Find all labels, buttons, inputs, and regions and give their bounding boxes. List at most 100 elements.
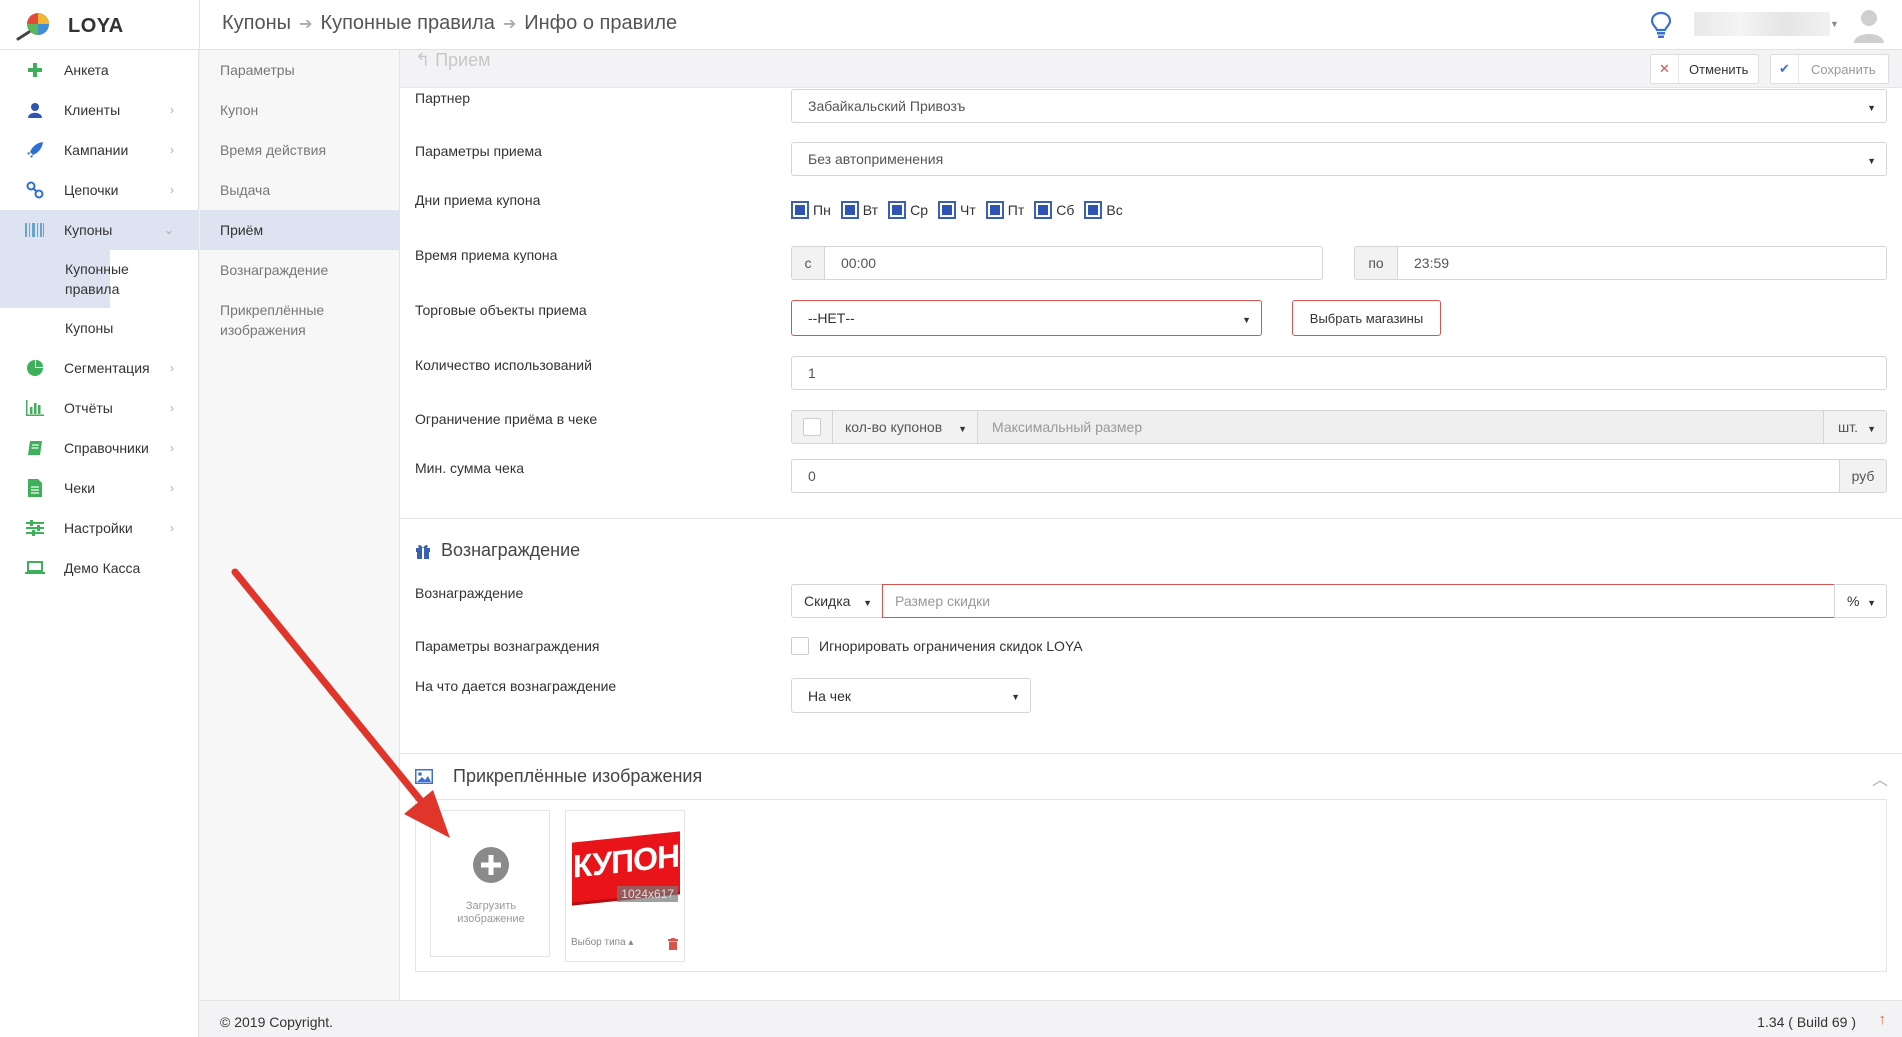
min-sum-label: Мин. сумма чека bbox=[415, 460, 525, 476]
caret-down-icon: ▼ bbox=[1867, 424, 1876, 434]
day-checkbox-mon[interactable]: Пн bbox=[791, 201, 831, 219]
day-checkbox-fri[interactable]: Пт bbox=[985, 201, 1024, 219]
top-bar: LOYA Купоны ➔ Купонные правила ➔ Инфо о … bbox=[0, 0, 1902, 50]
time-from-input[interactable]: 00:00 bbox=[824, 246, 1323, 280]
sidebar-subitem-coupons[interactable]: Купоны bbox=[0, 308, 198, 348]
book-icon bbox=[24, 438, 46, 458]
subnav-validity[interactable]: Время действия bbox=[200, 130, 399, 170]
coupon-image-thumbnail[interactable]: КУПОН 1024x617 bbox=[570, 831, 682, 906]
check-icon: ✔ bbox=[1771, 55, 1799, 83]
checkbox-checked-icon bbox=[1084, 201, 1103, 219]
rocket-icon bbox=[24, 140, 46, 160]
time-to-input[interactable]: 23:59 bbox=[1397, 246, 1887, 280]
chevron-down-icon: ⌄ bbox=[163, 223, 174, 237]
checkbox-checked-icon bbox=[1034, 201, 1053, 219]
subnav-acceptance[interactable]: Приём bbox=[200, 210, 399, 250]
image-type-select[interactable]: Выбор типа ▴ bbox=[571, 937, 633, 948]
day-checkbox-sat[interactable]: Сб bbox=[1034, 201, 1074, 219]
checkbox-checked-icon bbox=[888, 201, 907, 219]
stores-select[interactable]: --НЕТ-- ▼ bbox=[791, 300, 1262, 336]
time-from-addon: с bbox=[791, 246, 825, 280]
gift-icon bbox=[416, 544, 430, 559]
subnav-coupon[interactable]: Купон bbox=[200, 90, 399, 130]
arrow-up-icon[interactable]: ↑ bbox=[1879, 1011, 1887, 1028]
avatar[interactable] bbox=[1850, 5, 1888, 43]
chevron-right-icon: › bbox=[170, 361, 174, 375]
subnav-issue[interactable]: Выдача bbox=[200, 170, 399, 210]
caret-down-icon: ▼ bbox=[958, 424, 967, 434]
image-tile[interactable]: КУПОН 1024x617 Выбор типа ▴ bbox=[565, 810, 685, 962]
usage-count-input[interactable]: 1 bbox=[791, 356, 1887, 390]
sidebar-item-label: Кампании bbox=[64, 142, 129, 158]
sidebar-item-coupons[interactable]: Купоны ⌄ bbox=[0, 210, 198, 250]
day-checkbox-sun[interactable]: Вс bbox=[1084, 201, 1123, 219]
subnav-reward[interactable]: Вознаграждение bbox=[200, 250, 399, 290]
select-stores-button[interactable]: Выбрать магазины bbox=[1292, 300, 1441, 336]
min-sum-input[interactable]: 0 bbox=[791, 459, 1840, 493]
subnav-parameters[interactable]: Параметры bbox=[200, 50, 399, 90]
user-name-blurred[interactable] bbox=[1694, 12, 1830, 36]
reward-params-label: Параметры вознаграждения bbox=[415, 638, 600, 654]
checkbox-checked-icon bbox=[985, 201, 1004, 219]
image-size-badge: 1024x617 bbox=[617, 886, 678, 902]
sidebar-item-receipts[interactable]: Чеки › bbox=[0, 468, 198, 508]
sidebar-item-campaigns[interactable]: Кампании › bbox=[0, 130, 198, 170]
ignore-limits-checkbox[interactable]: Игнорировать ограничения скидок LOYA bbox=[791, 637, 1083, 655]
trash-icon[interactable] bbox=[668, 938, 678, 950]
sidebar-item-demo-cash[interactable]: Демо Касса bbox=[0, 548, 198, 588]
reward-type-select[interactable]: Скидка ▼ bbox=[791, 584, 883, 618]
toolbar: ↰ Прием ✕ Отменить ✔ Сохранить bbox=[400, 50, 1902, 88]
reward-amount-input[interactable]: Размер скидки bbox=[882, 584, 1835, 618]
day-checkbox-wed[interactable]: Ср bbox=[888, 201, 928, 219]
day-checkbox-tue[interactable]: Вт bbox=[840, 201, 878, 219]
chevron-down-icon[interactable]: ▼ bbox=[1830, 19, 1839, 29]
reward-unit-select[interactable]: % ▼ bbox=[1834, 584, 1887, 618]
logo-text: LOYA bbox=[68, 14, 124, 37]
receipt-limit-unit-select[interactable]: шт. ▼ bbox=[1823, 410, 1887, 444]
sidebar-item-settings[interactable]: Настройки › bbox=[0, 508, 198, 548]
reward-target-select[interactable]: На чек ▼ bbox=[791, 678, 1031, 713]
receipt-limit-checkbox[interactable] bbox=[803, 418, 821, 436]
caret-down-icon: ▼ bbox=[863, 598, 872, 608]
sidebar: Анкета Клиенты › Кампании › Цепочки › Ку… bbox=[0, 50, 199, 1037]
sidebar-item-clients[interactable]: Клиенты › bbox=[0, 90, 198, 130]
sidebar-item-chains[interactable]: Цепочки › bbox=[0, 170, 198, 210]
version-info: 1.34 ( Build 69 ) bbox=[1757, 1014, 1856, 1030]
breadcrumb-rule-info: Инфо о правиле bbox=[524, 12, 678, 34]
breadcrumb-coupons[interactable]: Купоны bbox=[222, 12, 291, 35]
day-checkbox-thu[interactable]: Чт bbox=[938, 201, 976, 219]
logo[interactable]: LOYA bbox=[14, 10, 199, 42]
chevron-up-icon[interactable]: ︿ bbox=[1872, 766, 1888, 790]
partner-select[interactable]: Забайкальский Привозъ ▼ bbox=[791, 89, 1887, 123]
close-icon: ✕ bbox=[1651, 55, 1679, 83]
receipt-limit-max-input[interactable]: Максимальный размер bbox=[977, 410, 1824, 444]
logo-icon bbox=[16, 13, 49, 41]
sidebar-item-reports[interactable]: Отчёты › bbox=[0, 388, 198, 428]
divider bbox=[199, 0, 200, 50]
accept-params-select[interactable]: Без автоприменения ▼ bbox=[791, 142, 1887, 176]
chain-icon bbox=[24, 180, 46, 200]
sidebar-item-directories[interactable]: Справочники › bbox=[0, 428, 198, 468]
upload-image-tile[interactable]: Загрузить изображение bbox=[430, 810, 550, 957]
chevron-right-icon: › bbox=[170, 103, 174, 117]
rule-sections-nav: Параметры Купон Время действия Выдача Пр… bbox=[200, 50, 400, 1000]
save-button[interactable]: ✔ Сохранить bbox=[1770, 54, 1889, 84]
plus-icon bbox=[24, 60, 46, 80]
receipt-limit-type-select[interactable]: кол-во купонов ▼ bbox=[832, 410, 978, 444]
receipt-limit-checkbox-addon bbox=[791, 410, 833, 444]
cancel-button[interactable]: ✕ Отменить bbox=[1650, 54, 1760, 84]
receipt-icon bbox=[24, 478, 46, 498]
footer: © 2019 Copyright. 1.34 ( Build 69 ) ↑ bbox=[200, 1000, 1902, 1037]
section-title-faded: ↰ Прием bbox=[415, 50, 491, 70]
sidebar-item-label: Купоны bbox=[64, 222, 113, 238]
days-checkboxes: Пн Вт Ср Чт Пт Сб Вс bbox=[791, 201, 1133, 219]
breadcrumb-coupon-rules[interactable]: Купонные правила bbox=[320, 12, 494, 35]
lightbulb-icon[interactable] bbox=[1650, 11, 1672, 39]
pie-chart-icon bbox=[24, 358, 46, 378]
reward-label: Вознаграждение bbox=[415, 585, 524, 601]
subnav-images[interactable]: Прикреплённые изображения bbox=[200, 290, 340, 350]
sidebar-item-profile[interactable]: Анкета bbox=[0, 50, 198, 90]
sidebar-subitem-coupon-rules[interactable]: Купонные правила bbox=[0, 250, 129, 308]
breadcrumb: Купоны ➔ Купонные правила ➔ Инфо о прави… bbox=[222, 12, 677, 35]
sidebar-item-segmentation[interactable]: Сегментация › bbox=[0, 348, 198, 388]
